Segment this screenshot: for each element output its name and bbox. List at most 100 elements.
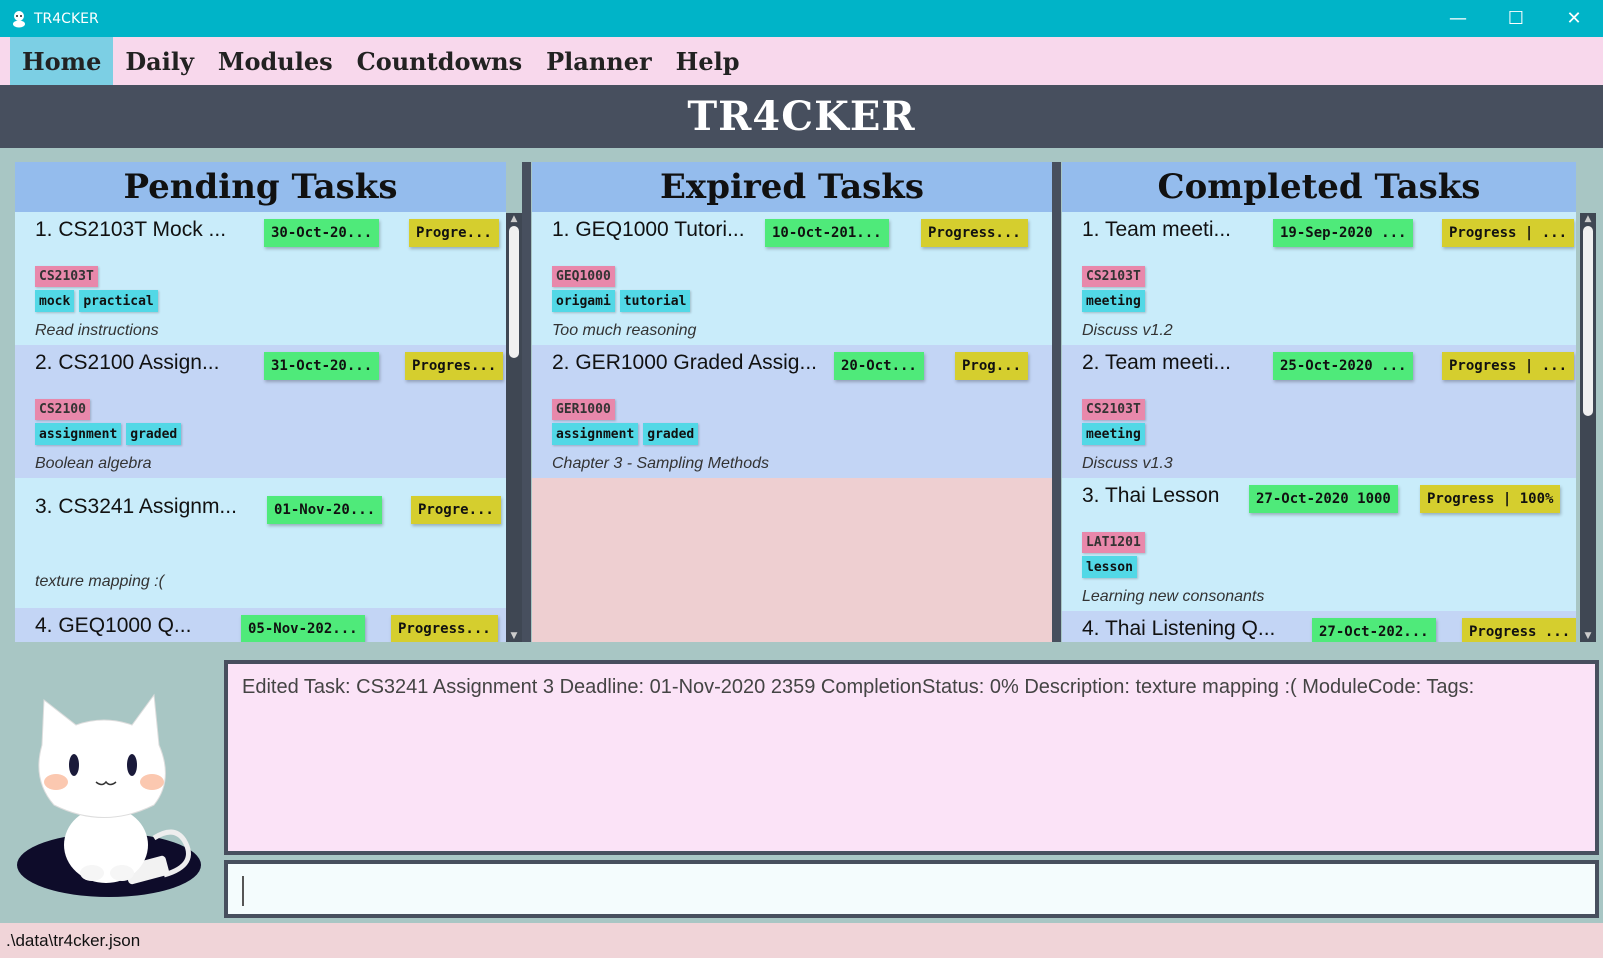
expired-tasks-header: Expired Tasks: [532, 162, 1052, 212]
deadline-badge: 27-Oct-202...: [1312, 618, 1436, 642]
tag-list: lesson: [1082, 556, 1137, 578]
scroll-thumb[interactable]: [1583, 226, 1593, 416]
text-caret: [242, 876, 244, 906]
task-card[interactable]: 3. CS3241 Assignm... 01-Nov-20... Progre…: [15, 478, 506, 608]
expired-tasks-title: Expired Tasks: [660, 167, 924, 207]
task-description: Discuss v1.3: [1082, 455, 1173, 472]
pending-task-list[interactable]: 1. CS2103T Mock ... 30-Oct-20... Progre.…: [15, 212, 506, 642]
deadline-badge: 01-Nov-20...: [267, 496, 383, 524]
menu-modules[interactable]: Modules: [206, 37, 345, 85]
expired-task-list[interactable]: 1. GEQ1000 Tutori... 10-Oct-201... Progr…: [532, 212, 1052, 642]
task-name: 4. GEQ1000 Q...: [35, 614, 192, 637]
scroll-up-icon[interactable]: ▲: [506, 213, 522, 225]
tag: assignment: [35, 423, 122, 445]
close-button[interactable]: ✕: [1545, 0, 1603, 37]
title-bar: TR4CKER — ☐ ✕: [0, 0, 1603, 37]
result-text: Edited Task: CS3241 Assignment 3 Deadlin…: [242, 676, 1475, 698]
app-banner: TR4CKER: [0, 85, 1603, 148]
tag: lesson: [1082, 556, 1137, 578]
progress-badge: Progress...: [921, 219, 1028, 247]
task-card[interactable]: 4. GEQ1000 Q... 05-Nov-202... Progress..…: [15, 608, 506, 642]
menu-daily[interactable]: Daily: [113, 37, 206, 85]
pending-tasks-title: Pending Tasks: [123, 167, 398, 207]
task-name: 1. Team meeti...: [1082, 218, 1232, 241]
task-card[interactable]: 2. CS2100 Assign... 31-Oct-20... Progres…: [15, 345, 506, 478]
task-name: 1. GEQ1000 Tutori...: [552, 218, 745, 241]
task-description: texture mapping :(: [35, 573, 164, 590]
menu-countdowns[interactable]: Countdowns: [345, 37, 535, 85]
task-description: Learning new consonants: [1082, 588, 1265, 605]
tag-list: meeting: [1082, 290, 1145, 312]
tag: mock: [35, 290, 75, 312]
maximize-button[interactable]: ☐: [1487, 0, 1545, 37]
status-bar: .\data\tr4cker.json: [0, 923, 1603, 958]
module-tag: LAT1201: [1082, 532, 1145, 553]
tag-list: assignment graded: [35, 423, 182, 445]
task-card[interactable]: 3. Thai Lesson 27-Oct-2020 1000 Progress…: [1062, 478, 1576, 611]
result-display: Edited Task: CS3241 Assignment 3 Deadlin…: [224, 660, 1599, 855]
deadline-badge: 10-Oct-201...: [765, 219, 889, 247]
expired-tasks-panel: Expired Tasks 1. GEQ1000 Tutori... 10-Oc…: [532, 162, 1052, 642]
panel-divider: [522, 162, 531, 642]
panel-divider: [1052, 162, 1061, 642]
tag-list: origami tutorial: [552, 290, 691, 312]
menu-planner[interactable]: Planner: [534, 37, 664, 85]
module-tag: CS2103T: [1082, 399, 1145, 420]
task-description: Chapter 3 - Sampling Methods: [552, 455, 769, 472]
menu-help[interactable]: Help: [664, 37, 752, 85]
tag-list: meeting: [1082, 423, 1145, 445]
progress-badge: Progre...: [409, 219, 499, 247]
cat-mascot-icon: [17, 693, 201, 897]
tag: graded: [126, 423, 182, 445]
progress-badge: Progress | 100%: [1420, 485, 1561, 513]
deadline-badge: 19-Sep-2020 ...: [1273, 219, 1414, 247]
scroll-thumb[interactable]: [509, 226, 519, 358]
window-title: TR4CKER: [34, 10, 99, 27]
completed-task-list[interactable]: 1. Team meeti... 19-Sep-2020 ... Progres…: [1062, 212, 1576, 642]
task-card[interactable]: 4. Thai Listening Q... 27-Oct-202... Pro…: [1062, 611, 1576, 642]
task-card[interactable]: 2. GER1000 Graded Assig... 20-Oct... Pro…: [532, 345, 1052, 478]
task-description: Boolean algebra: [35, 455, 152, 472]
task-name: 2. CS2100 Assign...: [35, 351, 220, 374]
scroll-down-icon[interactable]: ▼: [506, 630, 522, 642]
app-icon: [13, 10, 25, 27]
tag: meeting: [1082, 290, 1145, 312]
module-tag: CS2103T: [35, 266, 98, 287]
tag: meeting: [1082, 423, 1145, 445]
tag: practical: [79, 290, 158, 312]
task-card[interactable]: 1. CS2103T Mock ... 30-Oct-20... Progre.…: [15, 212, 506, 345]
tag-list: mock practical: [35, 290, 158, 312]
menu-bar: Home Daily Modules Countdowns Planner He…: [0, 37, 1603, 85]
banner-title: TR4CKER: [687, 93, 916, 140]
scroll-down-icon[interactable]: ▼: [1580, 630, 1596, 642]
task-name: 3. CS3241 Assignm...: [35, 495, 237, 518]
tag: tutorial: [619, 290, 691, 312]
deadline-badge: 20-Oct...: [834, 352, 924, 380]
minimize-button[interactable]: —: [1429, 0, 1487, 37]
task-description: Read instructions: [35, 322, 159, 339]
module-tag: CS2100: [35, 399, 90, 420]
menu-home[interactable]: Home: [10, 37, 114, 85]
tag: graded: [643, 423, 699, 445]
progress-badge: Progress ...: [1462, 618, 1576, 642]
task-card[interactable]: 2. Team meeti... 25-Oct-2020 ... Progres…: [1062, 345, 1576, 478]
completed-scrollbar[interactable]: ▲ ▼: [1580, 213, 1596, 642]
module-tag: GEQ1000: [552, 266, 615, 287]
data-file-path: .\data\tr4cker.json: [6, 930, 141, 950]
deadline-badge: 05-Nov-202...: [241, 615, 365, 642]
completed-tasks-header: Completed Tasks: [1062, 162, 1576, 212]
task-name: 4. Thai Listening Q...: [1082, 617, 1276, 640]
progress-badge: Progress | ...: [1442, 219, 1575, 247]
pending-tasks-panel: Pending Tasks 1. CS2103T Mock ... 30-Oct…: [15, 162, 506, 642]
deadline-badge: 30-Oct-20...: [264, 219, 380, 247]
deadline-badge: 27-Oct-2020 1000: [1249, 485, 1398, 513]
tag: origami: [552, 290, 615, 312]
task-card[interactable]: 1. Team meeti... 19-Sep-2020 ... Progres…: [1062, 212, 1576, 345]
task-card[interactable]: 1. GEQ1000 Tutori... 10-Oct-201... Progr…: [532, 212, 1052, 345]
task-name: 3. Thai Lesson: [1082, 484, 1220, 507]
module-tag: CS2103T: [1082, 266, 1145, 287]
command-input[interactable]: [224, 860, 1599, 918]
pending-scrollbar[interactable]: ▲ ▼: [506, 213, 522, 642]
completed-tasks-panel: Completed Tasks 1. Team meeti... 19-Sep-…: [1062, 162, 1576, 642]
scroll-up-icon[interactable]: ▲: [1580, 213, 1596, 225]
